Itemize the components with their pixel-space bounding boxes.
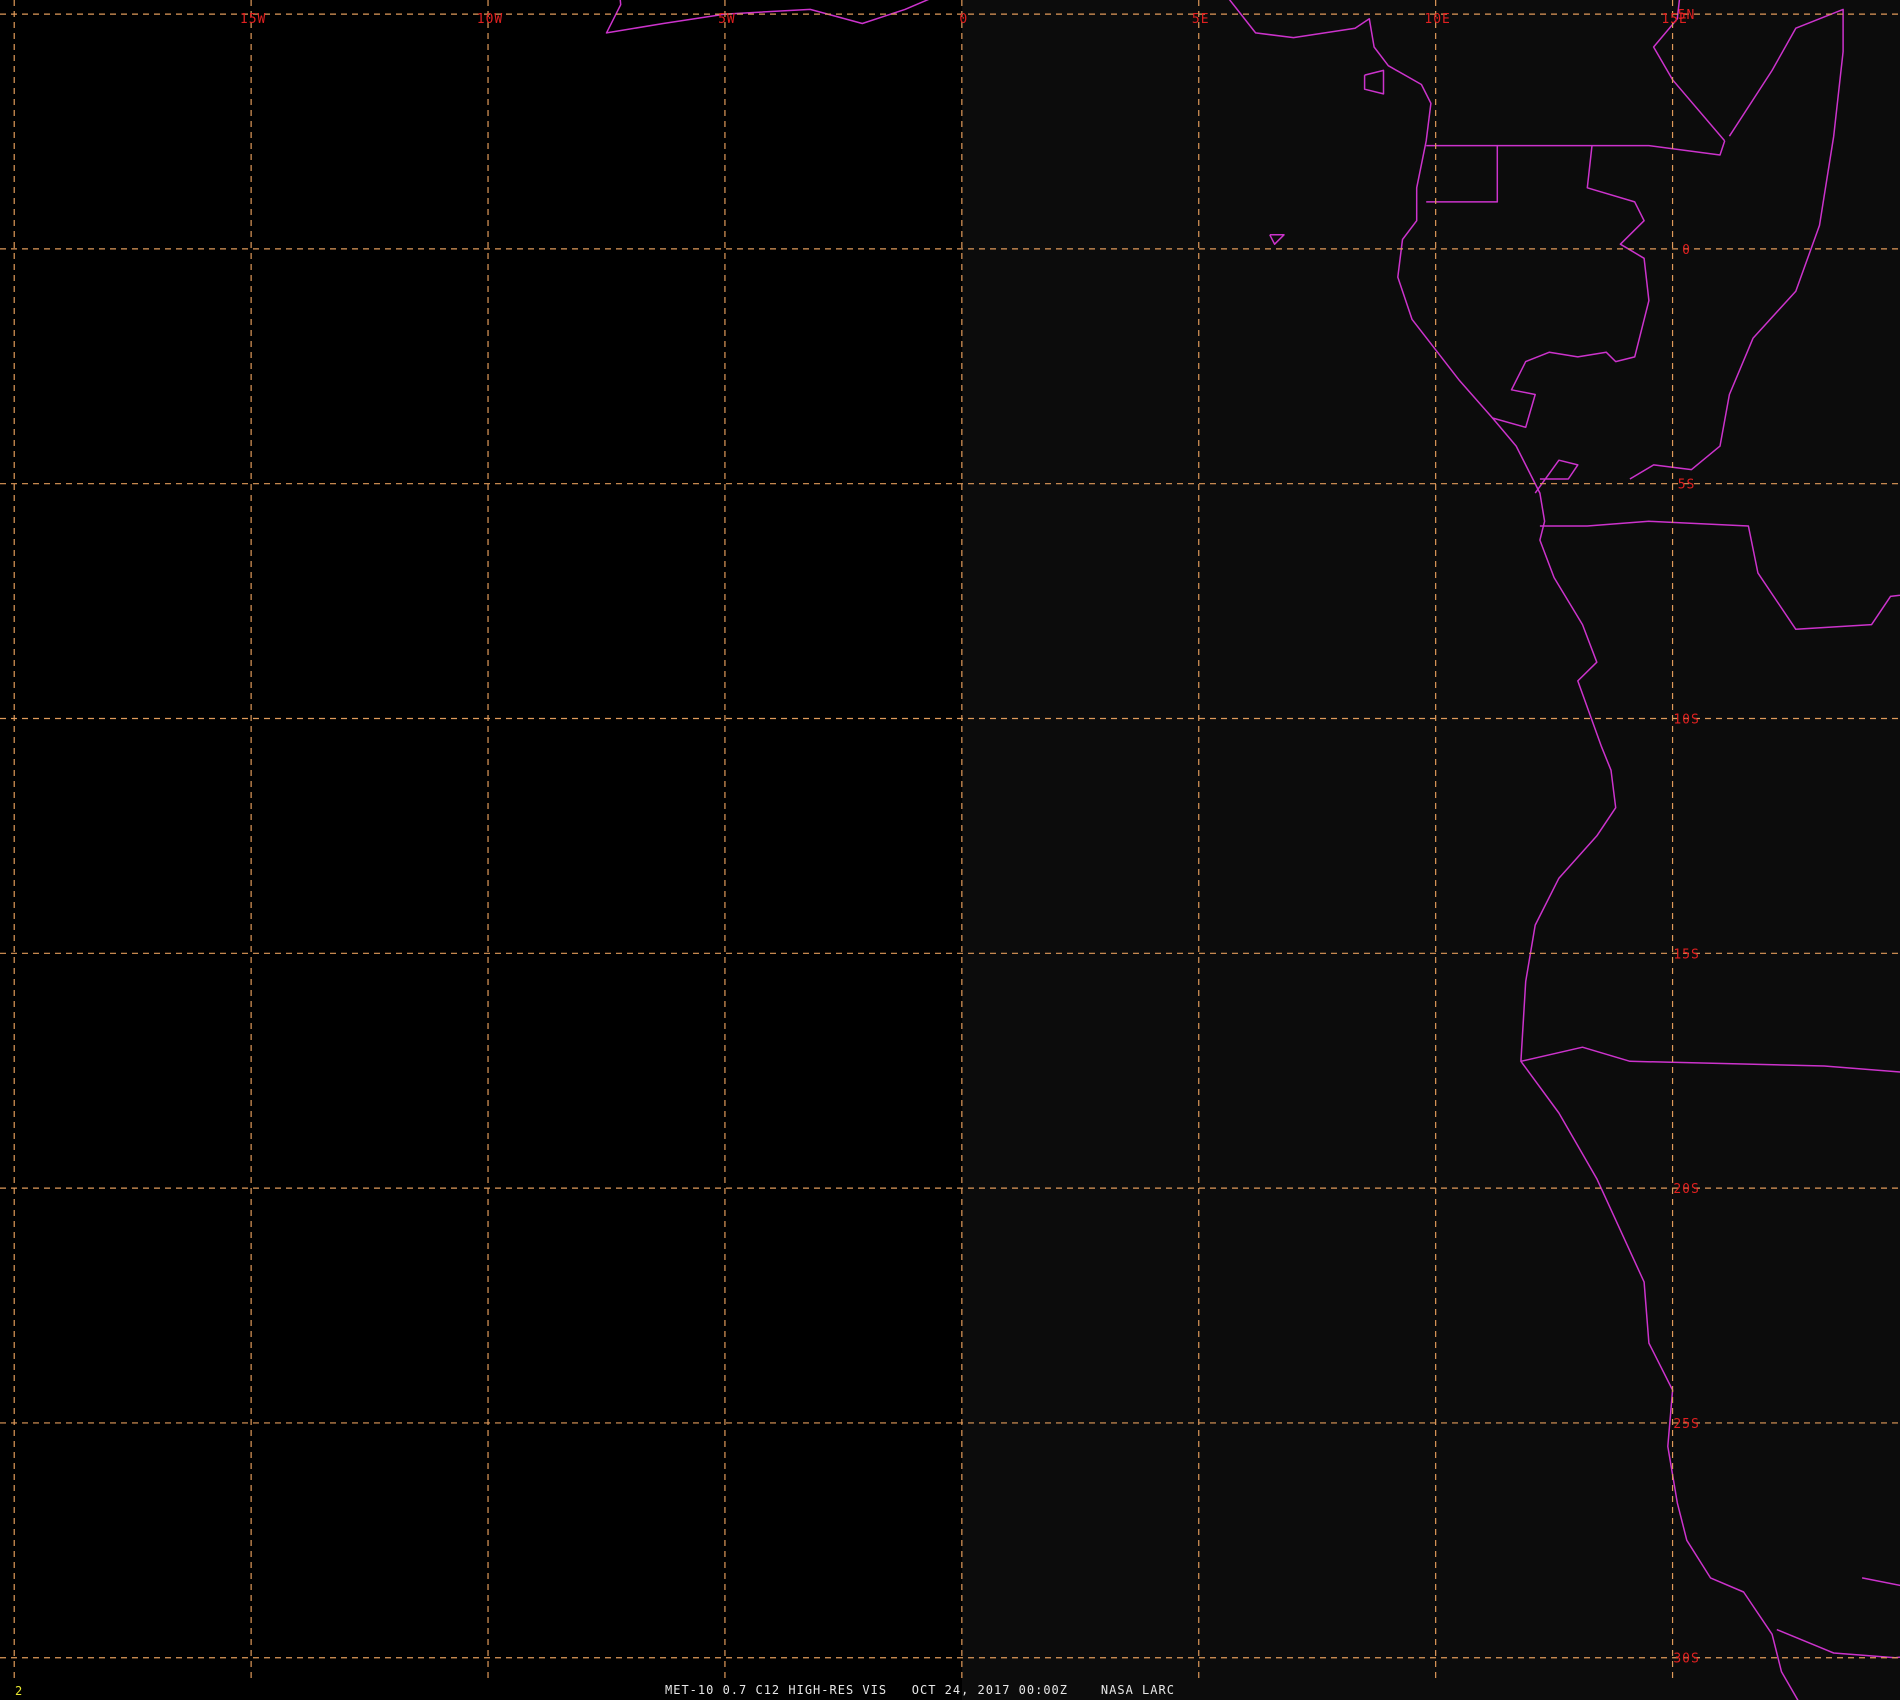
satellite-map: 15W 10W 5W 0 5E 10E 15E5N05S10S15S20S25S30S — [0, 0, 1900, 1700]
latitude-label: 15S — [1673, 947, 1699, 962]
land-tint-region — [962, 0, 1900, 1700]
latitude-label: 5N — [1678, 8, 1696, 23]
latitude-label: 30S — [1673, 1652, 1699, 1667]
latitude-label: 5S — [1678, 478, 1696, 493]
longitude-label: 0 — [959, 12, 968, 27]
longitude-label: 5W — [718, 12, 736, 27]
latitude-label: 10S — [1673, 713, 1699, 728]
latitude-label: 0 — [1682, 243, 1691, 258]
frame-number: 2 — [15, 1684, 23, 1698]
longitude-label: 15W — [240, 12, 266, 27]
longitude-label: 10W — [477, 12, 503, 27]
longitude-label: 10E — [1424, 12, 1450, 27]
latitude-label: 20S — [1673, 1182, 1699, 1197]
latitude-label: 25S — [1673, 1417, 1699, 1432]
longitude-label: 5E — [1192, 12, 1210, 27]
image-caption: MET-10 0.7 C12 HIGH-RES VIS OCT 24, 2017… — [665, 1683, 1175, 1697]
